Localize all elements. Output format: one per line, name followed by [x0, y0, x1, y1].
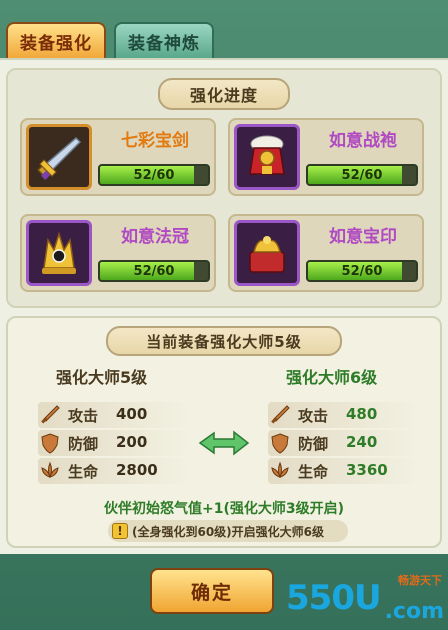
- equipment-card-crown[interactable]: 如意法冠 52/60: [20, 214, 216, 292]
- arrow-right-icon: [198, 430, 250, 456]
- stat-row-attack-next: 攻击 480: [268, 402, 418, 428]
- current-level-label: 强化大师5级: [56, 368, 148, 387]
- equipment-name: 如意法冠: [121, 227, 189, 247]
- tab-equipment-refine[interactable]: 装备神炼: [114, 22, 214, 60]
- progress-text: 52/60: [341, 263, 383, 279]
- equipment-name: 七彩宝剑: [121, 131, 189, 151]
- stat-row-health-current: 生命 2800: [38, 458, 188, 484]
- equipment-card-robe[interactable]: 如意战袍 52/60: [228, 118, 424, 196]
- next-level-label: 强化大师6级: [286, 368, 378, 387]
- watermark-domain: .com: [384, 599, 444, 624]
- defense-shield-icon: [268, 431, 292, 455]
- stat-value: 3360: [346, 461, 388, 479]
- progress-bar: 52/60: [306, 164, 418, 186]
- stat-name: 防御: [68, 435, 99, 453]
- defense-shield-icon: [38, 431, 62, 455]
- progress-text: 52/60: [133, 263, 175, 279]
- main-panel: 强化进度 七彩宝剑 52/60 如意战袍 52/60 如意法冠 52/60 如意…: [0, 58, 448, 554]
- stat-name: 攻击: [68, 407, 99, 425]
- health-lotus-icon: [268, 459, 292, 483]
- exclamation-icon: !: [112, 523, 128, 539]
- stat-name: 防御: [298, 435, 329, 453]
- progress-bar: 52/60: [98, 260, 210, 282]
- progress-text: 52/60: [341, 167, 383, 183]
- bonus-text: 伙伴初始怒气值+1(强化大师3级开启): [103, 501, 344, 517]
- attack-sword-icon: [268, 403, 292, 427]
- rainbow-sword-icon: [26, 124, 92, 190]
- stat-value: 2800: [116, 461, 158, 479]
- stat-value: 400: [116, 405, 148, 423]
- stat-row-attack-current: 攻击 400: [38, 402, 188, 428]
- equipment-name: 如意宝印: [329, 227, 397, 247]
- attack-sword-icon: [38, 403, 62, 427]
- stat-value: 480: [346, 405, 378, 423]
- equipment-card-sword[interactable]: 七彩宝剑 52/60: [20, 118, 216, 196]
- progress-bar: 52/60: [98, 164, 210, 186]
- master-section: 当前装备强化大师5级 强化大师5级 强化大师6级 攻击 400 防御 200 生…: [6, 316, 442, 548]
- stat-value: 240: [346, 433, 378, 451]
- stat-name: 生命: [68, 463, 99, 481]
- stat-name: 生命: [298, 463, 329, 481]
- progress-section: 强化进度 七彩宝剑 52/60 如意战袍 52/60 如意法冠 52/60 如意…: [6, 68, 442, 308]
- hint-text: (全身强化到60级)开启强化大师6级: [132, 524, 325, 539]
- watermark-sub: 畅游天下: [398, 574, 442, 587]
- magic-crown-icon: [26, 220, 92, 286]
- equipment-name: 如意战袍: [329, 131, 397, 151]
- stat-name: 攻击: [298, 407, 329, 425]
- equipment-card-seal[interactable]: 如意宝印 52/60: [228, 214, 424, 292]
- stat-row-health-next: 生命 3360: [268, 458, 418, 484]
- health-lotus-icon: [38, 459, 62, 483]
- progress-text: 52/60: [133, 167, 175, 183]
- battle-robe-icon: [234, 124, 300, 190]
- unlock-hint: ! (全身强化到60级)开启强化大师6级: [108, 520, 348, 542]
- progress-title: 强化进度: [158, 78, 290, 110]
- confirm-button[interactable]: 确定: [150, 568, 274, 614]
- progress-bar: 52/60: [306, 260, 418, 282]
- master-title: 当前装备强化大师5级: [106, 326, 342, 356]
- stat-value: 200: [116, 433, 148, 451]
- tab-equipment-enhance[interactable]: 装备强化: [6, 22, 106, 60]
- watermark-logo: 550U 畅游天下 .com: [286, 572, 444, 626]
- treasure-seal-icon: [234, 220, 300, 286]
- stat-row-defense-current: 防御 200: [38, 430, 188, 456]
- stat-row-defense-next: 防御 240: [268, 430, 418, 456]
- watermark-main: 550U: [286, 578, 382, 618]
